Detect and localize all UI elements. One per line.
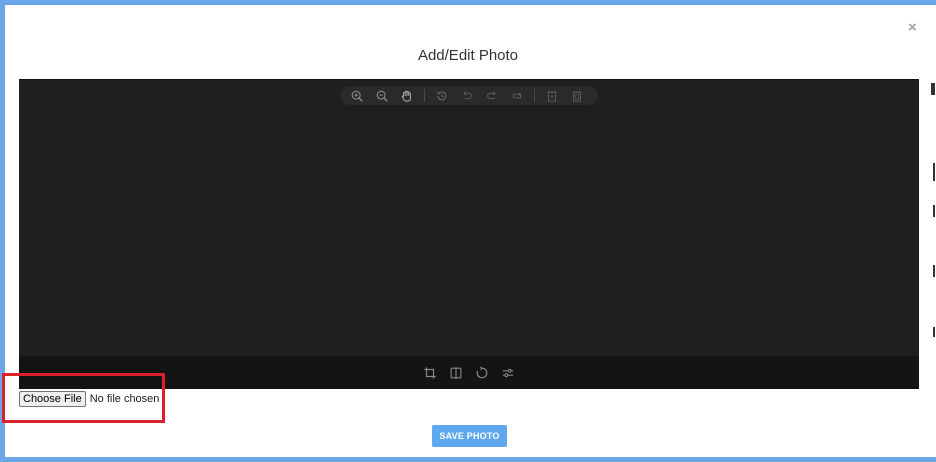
image-editor-canvas[interactable] (19, 79, 919, 389)
toolbar-separator (424, 89, 425, 102)
redo-icon[interactable] (484, 88, 500, 104)
editor-top-toolbar (340, 86, 598, 105)
background-glyph (931, 83, 935, 95)
toolbar-separator (534, 89, 535, 102)
delete-all-icon[interactable] (569, 88, 585, 104)
zoom-out-icon[interactable] (374, 88, 390, 104)
crop-icon[interactable] (422, 365, 438, 381)
background-glyph (933, 205, 935, 217)
background-glyph (933, 265, 935, 277)
background-glyph (933, 163, 935, 181)
annotation-highlight-box (2, 373, 165, 423)
rotate-icon[interactable] (474, 365, 490, 381)
background-glyph (933, 327, 935, 337)
delete-icon[interactable] (544, 88, 560, 104)
save-photo-button[interactable]: SAVE PHOTO (432, 425, 507, 447)
hand-icon[interactable] (399, 88, 415, 104)
filter-icon[interactable] (500, 365, 516, 381)
close-button[interactable]: × (908, 20, 917, 36)
modal-title: Add/Edit Photo (417, 47, 519, 64)
zoom-in-icon[interactable] (349, 88, 365, 104)
history-icon[interactable] (434, 88, 450, 104)
flip-icon[interactable] (448, 365, 464, 381)
undo-icon[interactable] (459, 88, 475, 104)
reset-icon[interactable] (509, 88, 525, 104)
background-page-edge (926, 5, 936, 457)
editor-border (19, 79, 919, 80)
